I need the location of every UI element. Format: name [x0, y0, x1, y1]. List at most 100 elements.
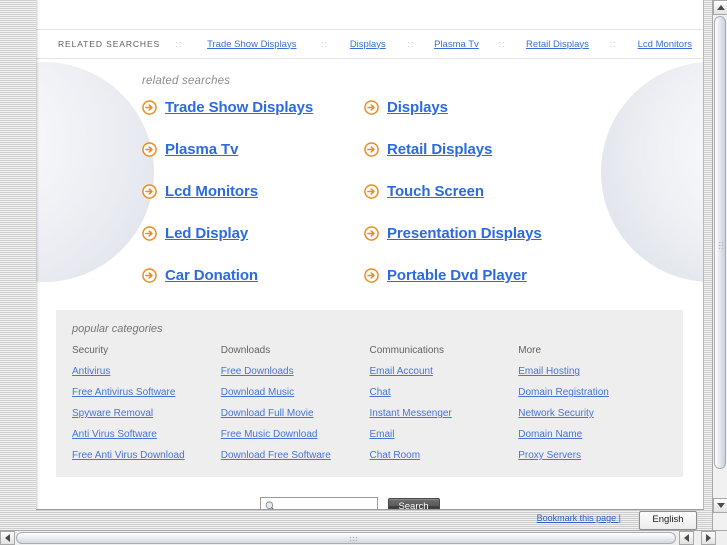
related-link-displays[interactable]: Displays [387, 99, 448, 116]
related-searches-heading: related searches [142, 75, 231, 87]
category-link-free-anti-virus-download[interactable]: Free Anti Virus Download [72, 450, 221, 461]
category-link-download-music[interactable]: Download Music [221, 387, 370, 398]
strip-link-lcd-monitors[interactable]: Lcd Monitors [638, 39, 692, 50]
strip-separator: :: [498, 39, 506, 49]
category-link-chat-room[interactable]: Chat Room [370, 450, 519, 461]
vertical-scrollbar-thumb[interactable] [714, 16, 726, 469]
related-searches-strip: RELATED SEARCHES :: Trade Show Displays … [36, 29, 703, 59]
category-link-email[interactable]: Email [370, 429, 519, 440]
search-button[interactable]: Search [387, 498, 440, 509]
circle-arrow-right-icon [142, 142, 157, 157]
strip-link-retail-displays[interactable]: Retail Displays [526, 39, 589, 50]
triangle-down-icon [716, 503, 725, 508]
vertical-scrollbar[interactable] [712, 0, 727, 530]
category-link-instant-messenger[interactable]: Instant Messenger [370, 408, 519, 419]
category-link-chat[interactable]: Chat [370, 387, 519, 398]
circle-arrow-right-icon [142, 268, 157, 283]
category-link-anti-virus-software[interactable]: Anti Virus Software [72, 429, 221, 440]
category-link-download-full-movie[interactable]: Download Full Movie [221, 408, 370, 419]
category-link-domain-name[interactable]: Domain Name [518, 429, 667, 440]
category-link-domain-registration[interactable]: Domain Registration [518, 387, 667, 398]
related-search-item[interactable]: Plasma Tv [142, 141, 364, 158]
strip-separator: :: [609, 39, 617, 49]
strip-link-plasma-tv[interactable]: Plasma Tv [434, 39, 479, 50]
scroll-left-arrow-icon-secondary[interactable] [679, 531, 694, 545]
category-column-security: Security Antivirus Free Antivirus Softwa… [72, 345, 221, 461]
related-search-item[interactable]: Presentation Displays [364, 225, 663, 242]
related-searches-grid: Trade Show Displays Displays Plasma Tv R… [142, 99, 663, 284]
related-link-lcd-monitors[interactable]: Lcd Monitors [165, 183, 258, 200]
related-link-retail-displays[interactable]: Retail Displays [387, 141, 492, 158]
category-link-free-antivirus-software[interactable]: Free Antivirus Software [72, 387, 221, 398]
search-input[interactable] [260, 498, 377, 509]
related-search-item[interactable]: Led Display [142, 225, 364, 242]
magnifier-icon [265, 501, 274, 509]
horizontal-scrollbar-thumb[interactable] [16, 532, 676, 544]
circle-arrow-right-icon [364, 100, 379, 115]
related-link-plasma-tv[interactable]: Plasma Tv [165, 141, 238, 158]
related-searches-strip-label: RELATED SEARCHES [58, 39, 161, 49]
category-link-network-security[interactable]: Network Security [518, 408, 667, 419]
related-link-led-display[interactable]: Led Display [165, 225, 248, 242]
search-field[interactable] [259, 497, 378, 509]
category-link-free-downloads[interactable]: Free Downloads [221, 366, 370, 377]
category-column-title: Communications [369, 345, 444, 356]
related-search-item[interactable]: Retail Displays [364, 141, 663, 158]
category-link-email-hosting[interactable]: Email Hosting [518, 366, 667, 377]
triangle-up-icon [716, 5, 725, 10]
category-link-free-music-download[interactable]: Free Music Download [221, 429, 370, 440]
related-search-item[interactable]: Touch Screen [364, 183, 663, 200]
language-select[interactable]: English [639, 511, 697, 530]
category-column-communications: Communications Email Account Chat Instan… [370, 345, 519, 461]
related-search-item[interactable]: Portable Dvd Player [364, 267, 663, 284]
category-column-title: More [518, 345, 542, 356]
circle-arrow-right-icon [142, 100, 157, 115]
related-link-portable-dvd-player[interactable]: Portable Dvd Player [387, 267, 527, 284]
related-search-item[interactable]: Trade Show Displays [142, 99, 364, 116]
related-link-car-donation[interactable]: Car Donation [165, 267, 258, 284]
related-search-item[interactable]: Lcd Monitors [142, 183, 364, 200]
category-link-spyware-removal[interactable]: Spyware Removal [72, 408, 221, 419]
related-search-item[interactable]: Car Donation [142, 267, 364, 284]
category-column-title: Downloads [220, 345, 271, 356]
category-column-more: More Email Hosting Domain Registration N… [518, 345, 667, 461]
related-link-trade-show-displays[interactable]: Trade Show Displays [165, 99, 313, 116]
circle-arrow-right-icon [364, 184, 379, 199]
category-column-title: Security [72, 345, 109, 356]
circle-arrow-right-icon [142, 226, 157, 241]
bookmark-this-page-link[interactable]: Bookmark this page | [537, 513, 621, 523]
triangle-right-icon [706, 534, 711, 542]
horizontal-scrollbar[interactable] [0, 530, 727, 545]
popular-categories-panel: popular categories Security Antivirus Fr… [56, 310, 683, 477]
category-link-antivirus[interactable]: Antivirus [72, 366, 221, 377]
scrollbar-grip-icon [349, 536, 359, 543]
related-search-item[interactable]: Displays [364, 99, 663, 116]
strip-separator: :: [407, 39, 415, 49]
strip-separator: :: [321, 39, 329, 49]
circle-arrow-right-icon [364, 142, 379, 157]
category-link-email-account[interactable]: Email Account [370, 366, 519, 377]
related-link-presentation-displays[interactable]: Presentation Displays [387, 225, 542, 242]
circle-arrow-right-icon [364, 226, 379, 241]
popular-categories-grid: Security Antivirus Free Antivirus Softwa… [72, 345, 667, 461]
circle-arrow-right-icon [364, 268, 379, 283]
category-column-downloads: Downloads Free Downloads Download Music … [221, 345, 370, 461]
scroll-left-arrow-icon[interactable] [0, 531, 15, 545]
search-row: Search [36, 497, 703, 509]
strip-separator: :: [175, 39, 183, 49]
triangle-left-icon [684, 534, 689, 542]
strip-link-displays[interactable]: Displays [350, 39, 386, 50]
scroll-up-arrow-icon[interactable] [713, 0, 727, 15]
category-link-proxy-servers[interactable]: Proxy Servers [518, 450, 667, 461]
circle-arrow-right-icon [142, 184, 157, 199]
popular-categories-heading: popular categories [72, 323, 163, 335]
related-link-touch-screen[interactable]: Touch Screen [387, 183, 484, 200]
strip-link-trade-show-displays[interactable]: Trade Show Displays [207, 39, 296, 50]
related-searches-section: related searches Trade Show Displays Dis… [36, 75, 703, 284]
category-link-download-free-software[interactable]: Download Free Software [221, 450, 370, 461]
scroll-right-arrow-icon[interactable] [701, 531, 716, 545]
status-strip: Bookmark this page | English [0, 510, 705, 530]
page-viewport: RELATED SEARCHES :: Trade Show Displays … [36, 0, 704, 510]
scrollbar-grip-icon [718, 241, 725, 251]
scroll-down-arrow-icon[interactable] [713, 498, 727, 513]
